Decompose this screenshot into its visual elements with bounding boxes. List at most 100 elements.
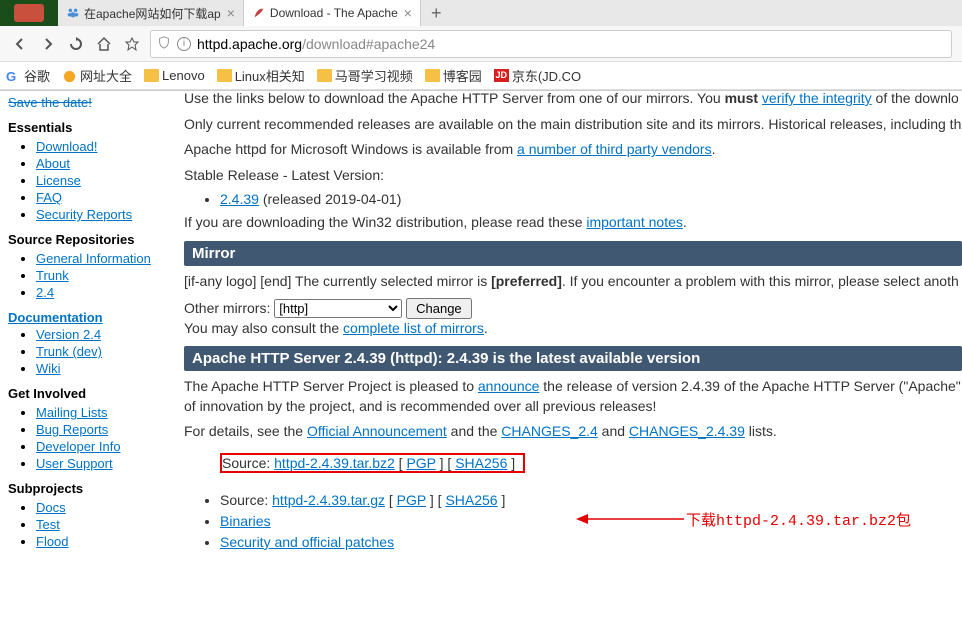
other-mirrors-label: Other mirrors:	[184, 300, 270, 316]
url-text: httpd.apache.org/download#apache24	[197, 36, 435, 52]
top-text: Use the links below to download the Apac…	[184, 91, 725, 106]
changes24-link[interactable]: CHANGES_2.4	[501, 423, 597, 439]
sidebar-wiki[interactable]: Wiki	[36, 361, 61, 376]
arrow-annotation	[576, 509, 686, 529]
sidebar-about[interactable]: About	[36, 156, 70, 171]
consult-pre: You may also consult the	[184, 320, 343, 336]
bookmark-lenovo[interactable]: Lenovo	[144, 68, 205, 83]
sidebar-dev-info[interactable]: Developer Info	[36, 439, 121, 454]
shield-icon	[157, 35, 171, 52]
version-date: (released 2019-04-01)	[259, 191, 401, 207]
sidebar-flood[interactable]: Flood	[36, 534, 69, 549]
gz-pgp-link[interactable]: PGP	[397, 492, 426, 508]
info-icon[interactable]: i	[177, 37, 191, 51]
back-button[interactable]	[6, 30, 34, 58]
source-gz-item: Source: httpd-2.4.39.tar.gz [ PGP ] [ SH…	[220, 492, 962, 508]
sidebar-faq[interactable]: FAQ	[36, 190, 62, 205]
bz2-link[interactable]: httpd-2.4.39.tar.bz2	[274, 455, 395, 471]
apache-header: Apache HTTP Server 2.4.39 (httpd): 2.4.3…	[184, 346, 962, 371]
sidebar-test[interactable]: Test	[36, 517, 60, 532]
mirror-header: Mirror	[184, 241, 962, 266]
sidebar-trunk[interactable]: Trunk	[36, 268, 69, 283]
bookmark-jd[interactable]: JD京东(JD.CO	[494, 66, 581, 85]
sidebar-trunk-dev[interactable]: Trunk (dev)	[36, 344, 102, 359]
bz2-pgp-link[interactable]: PGP	[406, 455, 435, 471]
preferred-text: [preferred]	[491, 273, 562, 289]
star-button[interactable]	[118, 30, 146, 58]
tab-0[interactable]: 在apache网站如何下载ap ×	[58, 0, 244, 26]
preview-thumbnail	[0, 0, 58, 26]
mirror-text2: . If you encounter a problem with this m…	[562, 273, 959, 289]
mirror-select[interactable]: [http]	[274, 299, 402, 318]
home-button[interactable]	[90, 30, 118, 58]
new-tab-button[interactable]: +	[421, 3, 452, 24]
change-button[interactable]: Change	[406, 298, 472, 319]
sidebar-version24[interactable]: Version 2.4	[36, 327, 101, 342]
changes2439-link[interactable]: CHANGES_2.4.39	[629, 423, 745, 439]
mirrors-list-link[interactable]: complete list of mirrors	[343, 320, 484, 336]
folder-icon	[144, 69, 159, 82]
google-icon: G	[6, 69, 21, 82]
tab-title-0: 在apache网站如何下载ap	[84, 5, 221, 22]
sidebar-mailing[interactable]: Mailing Lists	[36, 405, 108, 420]
win32-pre: If you are downloading the Win32 distrib…	[184, 214, 586, 230]
details-pre: For details, see the	[184, 423, 307, 439]
annotation-text: 下载httpd-2.4.39.tar.bz2包	[686, 509, 911, 530]
content-wrap: Save the date! Essentials Download! Abou…	[0, 91, 962, 637]
bookmark-google[interactable]: G谷歌	[6, 66, 50, 85]
bookmark-sites[interactable]: 网址大全	[62, 66, 132, 85]
source-repos-heading: Source Repositories	[8, 232, 170, 247]
sidebar-security[interactable]: Security Reports	[36, 207, 132, 222]
essentials-heading: Essentials	[8, 120, 170, 135]
bookmarks-bar: G谷歌 网址大全 Lenovo Linux相关知 马哥学习视频 博客园 JD京东…	[0, 62, 962, 90]
paw-icon	[66, 6, 80, 20]
must-text: must	[725, 91, 758, 106]
bookmark-mage[interactable]: 马哥学习视频	[317, 66, 413, 85]
forward-button[interactable]	[34, 30, 62, 58]
sidebar-download[interactable]: Download!	[36, 139, 97, 154]
subprojects-heading: Subprojects	[8, 481, 170, 496]
important-notes-link[interactable]: important notes	[586, 214, 683, 230]
version-link[interactable]: 2.4.39	[220, 191, 259, 207]
sidebar: Save the date! Essentials Download! Abou…	[0, 91, 178, 637]
announce-link[interactable]: announce	[478, 378, 540, 394]
vendors-link[interactable]: a number of third party vendors	[517, 141, 712, 157]
jd-icon: JD	[494, 69, 509, 82]
folder-icon	[425, 69, 440, 82]
sidebar-bugs[interactable]: Bug Reports	[36, 422, 108, 437]
security-patches-link[interactable]: Security and official patches	[220, 534, 394, 550]
sidebar-24[interactable]: 2.4	[36, 285, 54, 300]
sidebar-docs[interactable]: Docs	[36, 500, 66, 515]
save-date-link[interactable]: Save the date!	[8, 95, 92, 110]
documentation-heading[interactable]: Documentation	[8, 310, 170, 325]
mirror-text1: [if-any logo] [end] The currently select…	[184, 273, 491, 289]
source-bz2-item: Source: httpd-2.4.39.tar.bz2 [ PGP ] [ S…	[220, 453, 525, 473]
folder-icon	[217, 69, 232, 82]
url-bar[interactable]: i httpd.apache.org/download#apache24	[150, 30, 952, 58]
verify-link[interactable]: verify the integrity	[762, 91, 872, 106]
main-content: Use the links below to download the Apac…	[178, 91, 962, 637]
browser-chrome: 在apache网站如何下载ap × Download - The Apache …	[0, 0, 962, 91]
windows-pre: Apache httpd for Microsoft Windows is av…	[184, 141, 517, 157]
gz-link[interactable]: httpd-2.4.39.tar.gz	[272, 492, 385, 508]
sidebar-license[interactable]: License	[36, 173, 81, 188]
sidebar-user-support[interactable]: User Support	[36, 456, 113, 471]
tab-1[interactable]: Download - The Apache ×	[244, 0, 421, 26]
reload-button[interactable]	[62, 30, 90, 58]
folder-icon	[317, 69, 332, 82]
get-involved-heading: Get Involved	[8, 386, 170, 401]
sidebar-general-info[interactable]: General Information	[36, 251, 151, 266]
close-icon[interactable]: ×	[404, 5, 412, 21]
bookmark-linux[interactable]: Linux相关知	[217, 66, 305, 85]
close-icon[interactable]: ×	[227, 5, 235, 21]
bookmark-cnblogs[interactable]: 博客园	[425, 66, 482, 85]
svg-text:G: G	[6, 69, 16, 84]
gz-sha-link[interactable]: SHA256	[445, 492, 497, 508]
tabs-row: 在apache网站如何下载ap × Download - The Apache …	[0, 0, 962, 26]
official-link[interactable]: Official Announcement	[307, 423, 447, 439]
recommended-text: Only current recommended releases are av…	[184, 115, 962, 135]
bz2-sha-link[interactable]: SHA256	[455, 455, 507, 471]
nav-row: i httpd.apache.org/download#apache24	[0, 26, 962, 62]
binaries-link[interactable]: Binaries	[220, 513, 271, 529]
stable-release-label: Stable Release - Latest Version:	[184, 166, 962, 186]
